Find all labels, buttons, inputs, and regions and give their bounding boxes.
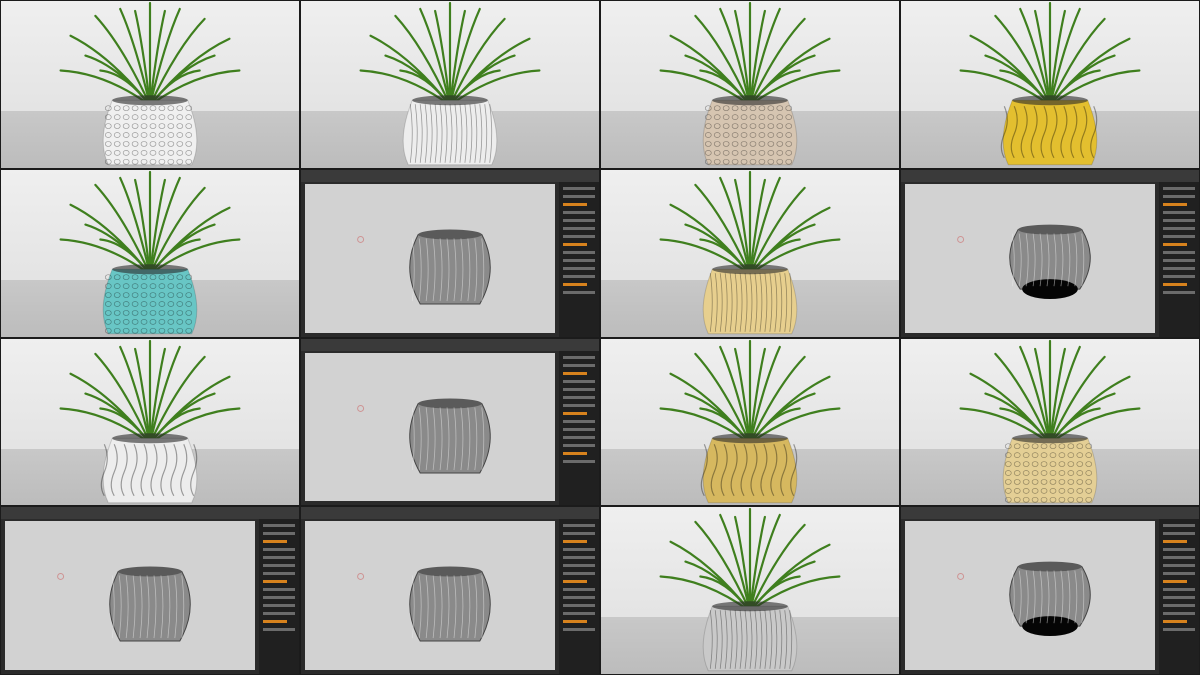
zbrush-render: [357, 229, 491, 305]
vase: [702, 601, 798, 672]
tile-4: [900, 0, 1200, 169]
tile-6: [300, 168, 600, 338]
plant-leaves: [59, 170, 241, 276]
plant-leaves: [959, 339, 1141, 444]
pot-tan-plant: [959, 339, 1141, 503]
vase-render: [957, 561, 1091, 637]
tile-14: [300, 506, 600, 675]
pot-white-plant: [59, 1, 241, 166]
vase: [702, 264, 798, 335]
pot-yellow-plant: [959, 1, 1141, 166]
vase: [700, 432, 798, 503]
plant-leaves: [359, 1, 541, 107]
pot-white-plant: [359, 1, 541, 166]
pot-white-plant: [59, 339, 241, 503]
vase: [1002, 432, 1098, 503]
tile-10: [300, 337, 600, 507]
tile-5: [0, 168, 300, 338]
vase-render: [357, 229, 491, 305]
zbrush-render: [957, 561, 1091, 637]
tile-2: [300, 0, 600, 169]
vase: [402, 95, 498, 166]
pot-teal-plant: [59, 170, 241, 335]
plant-leaves: [59, 1, 241, 107]
tile-13: [0, 506, 300, 675]
tile-11: [600, 337, 900, 507]
zbrush-render: [357, 398, 491, 473]
pot-beige-plant: [659, 1, 841, 166]
tile-16: [900, 506, 1200, 675]
vase: [1000, 95, 1098, 166]
pot-tan-plant: [659, 170, 841, 335]
tile-7: [600, 168, 900, 338]
collage-grid: [0, 0, 1200, 675]
vase-render: [357, 566, 491, 642]
plant-leaves: [659, 170, 841, 276]
vase: [102, 95, 198, 166]
tile-12: [900, 337, 1200, 507]
vase: [102, 264, 198, 335]
plant-leaves: [659, 1, 841, 107]
plant-leaves: [959, 1, 1141, 107]
vase-render: [957, 224, 1091, 299]
vase: [702, 95, 798, 166]
pot-mustard-plant: [659, 339, 841, 503]
pot-grey-plant: [659, 508, 841, 672]
vase-render: [357, 398, 491, 473]
tile-9: [0, 337, 300, 507]
plant-leaves: [659, 508, 841, 613]
zbrush-render: [357, 566, 491, 642]
vase-render: [57, 566, 191, 642]
tile-8: [900, 168, 1200, 338]
plant-leaves: [59, 339, 241, 444]
vase: [100, 432, 198, 503]
zbrush-render: [57, 566, 191, 642]
tile-1: [0, 0, 300, 169]
tile-3: [600, 0, 900, 169]
plant-leaves: [659, 339, 841, 444]
zbrush-render: [957, 224, 1091, 299]
tile-15: [600, 506, 900, 675]
